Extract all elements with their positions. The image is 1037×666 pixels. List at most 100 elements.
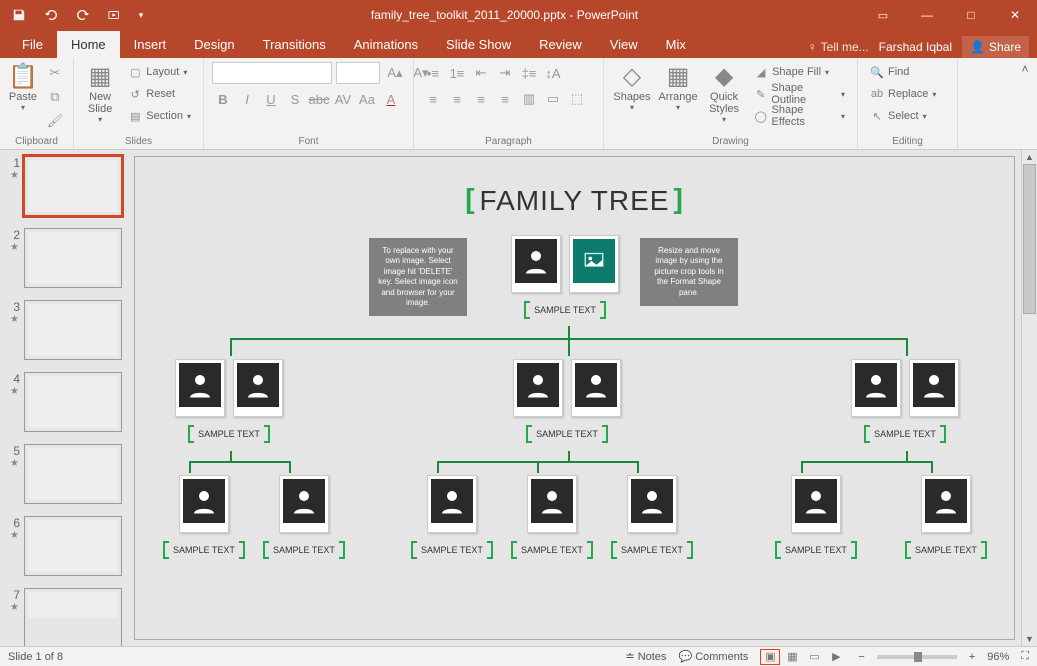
zoom-level[interactable]: 96%	[987, 651, 1009, 663]
align-center-icon[interactable]: ≡	[446, 88, 468, 110]
tab-mix[interactable]: Mix	[652, 31, 700, 58]
photo-placeholder[interactable]	[233, 359, 283, 417]
photo-placeholder[interactable]	[569, 235, 619, 293]
normal-view-icon[interactable]: ▣	[760, 649, 780, 665]
find-button[interactable]: 🔍Find	[866, 62, 940, 82]
numbering-icon[interactable]: 1≡	[446, 62, 468, 84]
font-family-dropdown[interactable]	[212, 62, 332, 84]
cut-icon[interactable]: ✂	[44, 62, 66, 84]
hint-box-right[interactable]: Resize and move image by using the pictu…	[640, 238, 738, 306]
italic-icon[interactable]: I	[236, 88, 258, 110]
smartart-icon[interactable]: ⬚	[566, 88, 588, 110]
sample-text-label[interactable]: SAMPLE TEXT	[611, 541, 693, 559]
thumbnail-7[interactable]	[24, 588, 122, 646]
undo-icon[interactable]	[38, 3, 64, 27]
thumbnail-5[interactable]	[24, 444, 122, 504]
shape-fill-button[interactable]: ◢Shape Fill ▾	[750, 62, 849, 82]
copy-icon[interactable]: ⧉	[44, 86, 66, 108]
shape-effects-button[interactable]: ◯Shape Effects ▾	[750, 106, 849, 126]
photo-placeholder[interactable]	[427, 475, 477, 533]
shape-outline-button[interactable]: ✎Shape Outline ▾	[750, 84, 849, 104]
font-color-icon[interactable]: A	[380, 88, 402, 110]
close-icon[interactable]: ✕	[993, 0, 1037, 30]
comments-button[interactable]: 💬 Comments	[678, 650, 748, 663]
slide-title[interactable]: FAMILY TREE	[465, 185, 684, 217]
sample-text-label[interactable]: SAMPLE TEXT	[188, 425, 270, 443]
photo-placeholder[interactable]	[513, 359, 563, 417]
paste-button[interactable]: 📋Paste▾	[8, 62, 38, 112]
increase-indent-icon[interactable]: ⇥	[494, 62, 516, 84]
sample-text-label[interactable]: SAMPLE TEXT	[263, 541, 345, 559]
tab-home[interactable]: Home	[57, 31, 120, 58]
scroll-down-icon[interactable]: ▼	[1022, 632, 1037, 646]
tab-insert[interactable]: Insert	[120, 31, 181, 58]
align-text-icon[interactable]: ▭	[542, 88, 564, 110]
slide-editor[interactable]: FAMILY TREE To replace with your own ima…	[134, 156, 1015, 640]
shapes-button[interactable]: ◇Shapes▾	[612, 62, 652, 112]
tab-review[interactable]: Review	[525, 31, 596, 58]
tab-design[interactable]: Design	[180, 31, 248, 58]
tell-me[interactable]: ♀Tell me...	[808, 40, 869, 54]
sample-text-label[interactable]: SAMPLE TEXT	[163, 541, 245, 559]
decrease-indent-icon[interactable]: ⇤	[470, 62, 492, 84]
sample-text-label[interactable]: SAMPLE TEXT	[411, 541, 493, 559]
select-button[interactable]: ↖Select ▾	[866, 106, 940, 126]
section-button[interactable]: ▤Section ▾	[124, 106, 195, 126]
photo-placeholder[interactable]	[791, 475, 841, 533]
vertical-scrollbar[interactable]: ▲ ▼	[1021, 150, 1037, 646]
redo-icon[interactable]	[70, 3, 96, 27]
slideshow-view-icon[interactable]: ▶	[826, 649, 846, 665]
line-spacing-icon[interactable]: ‡≡	[518, 62, 540, 84]
photo-placeholder[interactable]	[571, 359, 621, 417]
ribbon-display-icon[interactable]: ▭	[861, 0, 905, 30]
photo-placeholder[interactable]	[511, 235, 561, 293]
scrollbar-thumb[interactable]	[1023, 164, 1036, 314]
zoom-slider[interactable]	[877, 655, 957, 659]
zoom-in-icon[interactable]: +	[969, 651, 975, 663]
text-direction-icon[interactable]: ↕A	[542, 62, 564, 84]
tab-file[interactable]: File	[8, 31, 57, 58]
sample-text-label[interactable]: SAMPLE TEXT	[905, 541, 987, 559]
thumbnail-4[interactable]	[24, 372, 122, 432]
photo-placeholder[interactable]	[921, 475, 971, 533]
zoom-out-icon[interactable]: −	[858, 651, 864, 663]
photo-placeholder[interactable]	[179, 475, 229, 533]
quick-styles-button[interactable]: ◆Quick Styles▾	[704, 62, 744, 124]
bullets-icon[interactable]: •≡	[422, 62, 444, 84]
strikethrough-icon[interactable]: abc	[308, 88, 330, 110]
layout-button[interactable]: ▢Layout ▾	[124, 62, 195, 82]
scroll-up-icon[interactable]: ▲	[1022, 150, 1037, 164]
qat-more-icon[interactable]: ▾	[134, 3, 148, 27]
tab-transitions[interactable]: Transitions	[249, 31, 340, 58]
underline-icon[interactable]: U	[260, 88, 282, 110]
thumbnail-3[interactable]	[24, 300, 122, 360]
collapse-ribbon-icon[interactable]: ˄	[1013, 58, 1037, 149]
reading-view-icon[interactable]: ▭	[804, 649, 824, 665]
thumbnail-1[interactable]	[24, 156, 122, 216]
maximize-icon[interactable]: □	[949, 0, 993, 30]
sample-text-label[interactable]: SAMPLE TEXT	[526, 425, 608, 443]
thumbnail-2[interactable]	[24, 228, 122, 288]
format-painter-icon[interactable]: 🖌	[44, 110, 66, 132]
align-right-icon[interactable]: ≡	[470, 88, 492, 110]
replace-button[interactable]: abReplace ▾	[866, 84, 940, 104]
tab-view[interactable]: View	[596, 31, 652, 58]
sample-text-label[interactable]: SAMPLE TEXT	[864, 425, 946, 443]
photo-placeholder[interactable]	[279, 475, 329, 533]
thumbnail-6[interactable]	[24, 516, 122, 576]
char-spacing-icon[interactable]: AV	[332, 88, 354, 110]
notes-button[interactable]: ≐ Notes	[625, 650, 666, 663]
fit-to-window-icon[interactable]: ⛶	[1021, 650, 1029, 663]
justify-icon[interactable]: ≡	[494, 88, 516, 110]
photo-placeholder[interactable]	[627, 475, 677, 533]
hint-box-left[interactable]: To replace with your own image. Select i…	[369, 238, 467, 316]
font-size-dropdown[interactable]	[336, 62, 380, 84]
tab-animations[interactable]: Animations	[340, 31, 432, 58]
new-slide-button[interactable]: ▦New Slide▾	[82, 62, 118, 124]
sorter-view-icon[interactable]: ▦	[782, 649, 802, 665]
arrange-button[interactable]: ▦Arrange▾	[658, 62, 698, 112]
sample-text-label[interactable]: SAMPLE TEXT	[775, 541, 857, 559]
photo-placeholder[interactable]	[527, 475, 577, 533]
photo-placeholder[interactable]	[175, 359, 225, 417]
minimize-icon[interactable]: —	[905, 0, 949, 30]
